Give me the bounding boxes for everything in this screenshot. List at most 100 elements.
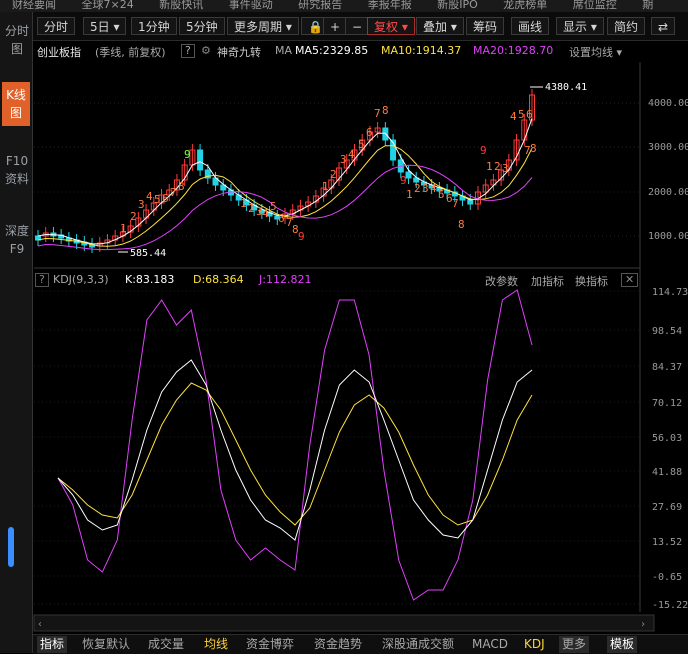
nav-item[interactable]: 事件驱动	[229, 0, 273, 10]
ma20-value: MA20:1928.70	[473, 44, 554, 57]
tab-fund-trend[interactable]: 资金趋势	[311, 636, 365, 653]
period-1min-button[interactable]: 1分钟	[131, 17, 177, 35]
close-icon[interactable]: ✕	[621, 273, 639, 287]
adjust-button[interactable]: 复权 ▾	[367, 17, 415, 35]
add-indicator-button[interactable]: 加指标	[531, 273, 564, 289]
kdj-axis-label: 27.69	[652, 502, 682, 513]
candle-body	[197, 149, 204, 171]
ma-settings-button[interactable]: 设置均线 ▾	[569, 44, 622, 60]
sidebar-item-f10[interactable]: F10资料	[4, 152, 30, 188]
zoom-in-button[interactable]: +	[323, 17, 348, 35]
candle-body	[320, 187, 327, 197]
draw-line-button[interactable]: 画线	[511, 17, 550, 35]
nav-item[interactable]: 龙虎榜单	[503, 0, 547, 10]
candle-body	[96, 242, 103, 247]
edit-params-button[interactable]: 改参数	[485, 273, 518, 289]
chart-canvas: 1234 5 6 7 891 2 3 456 789123 4567 891 2 3 4 5 6 7891 2 34…	[33, 62, 688, 632]
candle-body	[73, 239, 80, 244]
period-5day-button[interactable]: 5日 ▾	[83, 17, 127, 35]
indicator-tab-bar: 指标 恢复默认 成交量 均线 资金博弈 资金趋势 深股通成交额 MACD KDJ…	[33, 634, 688, 654]
nav-item[interactable]: 新股IPO	[437, 0, 478, 10]
candle-body	[413, 177, 420, 183]
candle-body	[81, 241, 88, 246]
nine-turn-label: 3	[138, 198, 145, 211]
sidebar-item-intraday[interactable]: 分时图	[4, 22, 30, 58]
overlay-button[interactable]: 叠加 ▾	[416, 17, 464, 35]
candle-body	[428, 184, 435, 189]
period-mode: (季线, 前复权)	[95, 46, 166, 59]
help-icon[interactable]: ?	[181, 44, 195, 58]
indicator-name[interactable]: 神奇九转	[217, 44, 261, 60]
candle-body	[150, 202, 157, 211]
nine-turn-label: 4	[430, 182, 437, 195]
tab-template[interactable]: 模板	[607, 636, 638, 653]
candle-body	[227, 189, 234, 196]
nav-item[interactable]: 期	[642, 0, 653, 10]
change-indicator-button[interactable]: 换指标	[575, 273, 608, 289]
chips-button[interactable]: 筹码	[466, 17, 505, 35]
period-5min-button[interactable]: 5分钟	[179, 17, 225, 35]
sidebar-item-f9[interactable]: 深度F9	[4, 222, 30, 258]
k-value: K:83.183	[125, 273, 175, 286]
nav-item[interactable]: 全球7×24	[82, 0, 134, 10]
more-periods-button[interactable]: 更多周期 ▾	[227, 17, 299, 35]
candle-body	[220, 184, 227, 191]
nav-item[interactable]: 研究报告	[298, 0, 342, 10]
tab-kdj[interactable]: KDJ	[521, 636, 548, 653]
candle-body	[521, 119, 528, 141]
tab-more[interactable]: 更多	[559, 636, 590, 653]
candle-body	[505, 159, 512, 171]
kdj-help-icon[interactable]: ?	[35, 273, 49, 287]
nine-turn-label: 6	[446, 192, 453, 205]
nine-turn-label: 3	[422, 182, 429, 195]
kdj-label[interactable]: KDJ(9,3,3)	[53, 273, 109, 286]
high-annotation: 4380.41	[545, 82, 587, 93]
svg-text:‹: ‹	[37, 619, 43, 630]
d-line	[57, 382, 533, 526]
chart-toolbar: 分时 5日 ▾ 1分钟 5分钟 更多周期 ▾ 🔒 + − 复权 ▾ 叠加 ▾ 筹…	[33, 12, 688, 41]
tab-indicator[interactable]: 指标	[37, 636, 68, 653]
ma10-value: MA10:1914.37	[381, 44, 462, 57]
nine-turn-label: 6	[278, 212, 285, 225]
tab-macd[interactable]: MACD	[469, 636, 511, 653]
display-button[interactable]: 显示 ▾	[556, 17, 604, 35]
swap-icon[interactable]: ⇄	[651, 17, 676, 35]
tab-volume[interactable]: 成交量	[145, 636, 187, 653]
candle-body	[58, 234, 65, 239]
kdj-axis-label: 13.52	[652, 537, 682, 548]
candle-body	[42, 232, 49, 237]
nav-item[interactable]: 新股快讯	[159, 0, 203, 10]
candle-body	[158, 194, 165, 204]
nine-turn-label: 7	[524, 144, 531, 157]
candle-body	[444, 189, 451, 194]
top-news-nav: 财经要闻 全球7×24 新股快讯 事件驱动 研究报告 季报年报 新股IPO 龙虎…	[0, 0, 688, 12]
tab-sz-connect[interactable]: 深股通成交额	[379, 636, 457, 653]
candle-body	[173, 179, 180, 191]
tab-reset-default[interactable]: 恢复默认	[79, 636, 133, 653]
nav-item[interactable]: 季报年报	[368, 0, 412, 10]
nav-item[interactable]: 财经要闻	[12, 0, 56, 10]
candle-body	[112, 235, 119, 241]
tab-ma[interactable]: 均线	[201, 636, 231, 653]
sidebar-scroll-handle[interactable]	[8, 527, 14, 567]
nine-turn-label: 8	[530, 142, 537, 155]
candle-body	[459, 195, 466, 201]
ma5-value: MA5:2329.85	[295, 44, 369, 57]
gear-icon[interactable]: ⚙	[201, 44, 211, 57]
period-intraday-button[interactable]: 分时	[37, 17, 76, 35]
nine-turn-label: 8	[178, 180, 185, 193]
simple-mode-button[interactable]: 简约	[607, 17, 646, 35]
kdj-axis-label: 70.12	[652, 398, 682, 409]
nine-turn-label: 3	[340, 153, 347, 166]
nine-turn-label: 4	[262, 207, 269, 220]
price-axis-label: 3000.00	[648, 142, 688, 153]
ma5-line	[37, 118, 533, 245]
d-value: D:68.364	[193, 273, 244, 286]
candle-body	[89, 243, 96, 248]
candle-body	[405, 171, 412, 179]
sidebar-item-kline[interactable]: K线图	[2, 82, 30, 126]
nine-turn-label: 7	[286, 216, 293, 229]
nav-item[interactable]: 席位监控	[573, 0, 617, 10]
tab-fund-game[interactable]: 资金博弈	[243, 636, 297, 653]
zoom-out-button[interactable]: −	[345, 17, 370, 35]
